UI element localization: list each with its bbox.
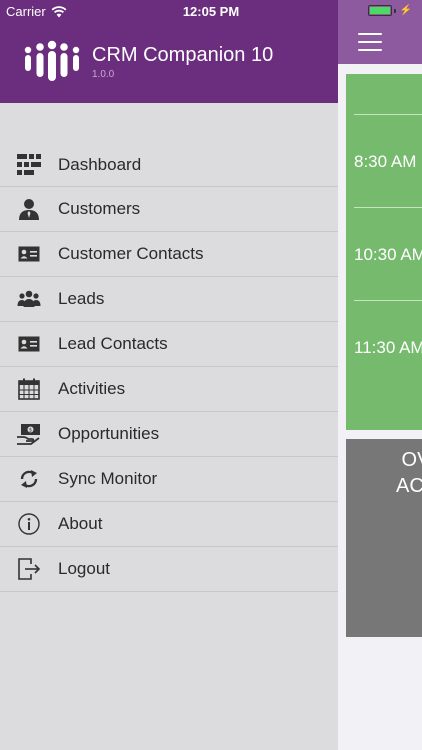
- logout-icon: [17, 557, 41, 581]
- menu-item-customer-contacts[interactable]: Customer Contacts: [0, 232, 338, 277]
- info-icon: [17, 512, 41, 536]
- people-logo-icon: [24, 40, 80, 81]
- menu-item-label: About: [58, 514, 103, 533]
- menu-item-activities[interactable]: Activities: [0, 367, 338, 412]
- overdue-activities-card[interactable]: OV ACT: [346, 439, 422, 637]
- menu-item-label: Dashboard: [58, 154, 142, 174]
- menu-item-leads[interactable]: Leads: [0, 277, 338, 322]
- app-title: CRM Companion 10: [92, 44, 274, 66]
- svg-text:$: $: [29, 428, 32, 434]
- menu-item-opportunities[interactable]: $ Opportunities: [0, 412, 338, 457]
- overdue-card-title: OV ACT: [396, 449, 422, 497]
- contact-card-icon: [17, 242, 41, 266]
- hamburger-menu-icon[interactable]: [358, 33, 382, 51]
- schedule-time: 8:30 AM: [354, 152, 417, 171]
- status-bar: Carrier 12:05 PM ⚡: [0, 0, 422, 22]
- menu-item-sync-monitor[interactable]: Sync Monitor: [0, 457, 338, 502]
- sync-icon: [17, 467, 41, 491]
- menu-item-label: Customer Contacts: [58, 244, 204, 263]
- app-version: 1.0.0: [92, 69, 115, 80]
- battery-icon: [367, 5, 392, 16]
- menu-item-about[interactable]: About: [0, 502, 338, 547]
- battery-indicator: ⚡: [367, 5, 412, 16]
- menu-item-label: Lead Contacts: [58, 334, 168, 353]
- menu-item-label: Activities: [58, 379, 126, 398]
- dashboard-icon: [17, 153, 41, 177]
- schedule-time: 10:30 AM: [354, 245, 422, 264]
- menu-item-label: Logout: [58, 559, 110, 578]
- calendar-icon: [17, 377, 41, 401]
- money-hand-icon: $: [17, 422, 41, 446]
- schedule-time: 11:30 AM: [354, 338, 422, 357]
- navigation-drawer: CRM Companion 10 1.0.0 Dashboard Custome…: [0, 0, 338, 750]
- menu-item-label: Sync Monitor: [58, 469, 158, 488]
- contact-card-icon: [17, 332, 41, 356]
- drawer-menu: Dashboard Customers Customer Contacts Le…: [0, 143, 338, 592]
- group-icon: [17, 287, 41, 311]
- menu-item-label: Customers: [58, 199, 141, 218]
- charging-icon: ⚡: [399, 5, 412, 16]
- person-icon: [17, 197, 41, 221]
- menu-item-label: Leads: [58, 289, 105, 308]
- menu-item-customers[interactable]: Customers: [0, 187, 338, 232]
- menu-item-lead-contacts[interactable]: Lead Contacts: [0, 322, 338, 367]
- main-content: 8:30 AM 10:30 AM 11:30 AM OV ACT: [338, 0, 422, 750]
- schedule-card[interactable]: 8:30 AM 10:30 AM 11:30 AM: [346, 74, 422, 430]
- menu-item-logout[interactable]: Logout: [0, 547, 338, 592]
- menu-item-label: Opportunities: [58, 424, 160, 443]
- status-time: 12:05 PM: [182, 4, 240, 19]
- menu-item-dashboard[interactable]: Dashboard: [0, 143, 338, 187]
